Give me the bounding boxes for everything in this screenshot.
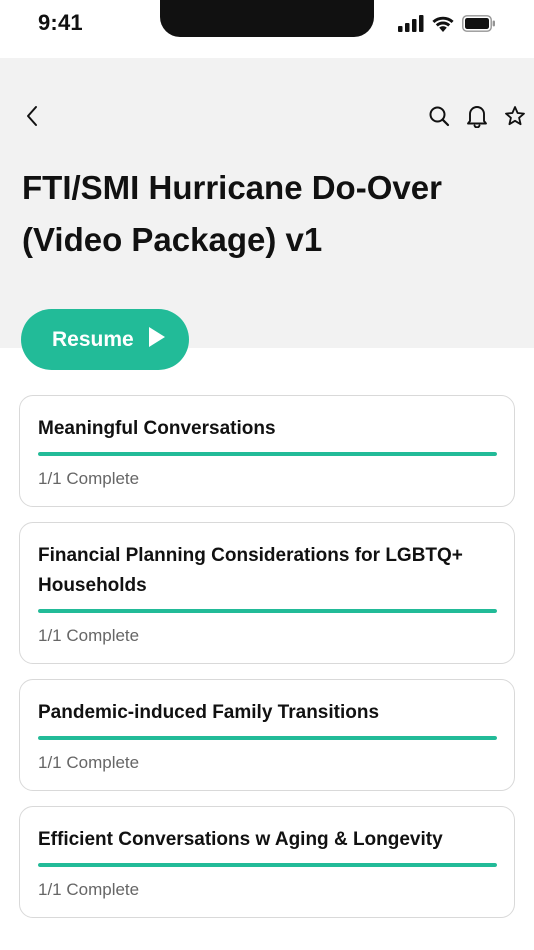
progress-bar <box>38 609 497 613</box>
module-card[interactable]: Meaningful Conversations 1/1 Complete <box>19 395 515 507</box>
page-title: FTI/SMI Hurricane Do-Over (Video Package… <box>22 169 442 258</box>
module-title: Meaningful Conversations <box>38 418 276 439</box>
module-list: Meaningful Conversations 1/1 Complete Fi… <box>19 395 515 918</box>
module-card[interactable]: Pandemic-induced Family Transitions 1/1 … <box>19 679 515 791</box>
module-title: Pandemic-induced Family Transitions <box>38 702 380 723</box>
notch <box>160 0 374 37</box>
progress-fill <box>38 863 497 867</box>
notifications-button[interactable] <box>458 104 496 132</box>
module-card[interactable]: Efficient Conversations w Aging & Longev… <box>19 806 515 918</box>
status-bar: 9:41 <box>0 0 534 58</box>
resume-button[interactable]: Resume <box>21 309 189 370</box>
progress-fill <box>38 609 497 613</box>
module-card[interactable]: Financial Planning Considerations for LG… <box>19 522 515 664</box>
module-status: 1/1 Complete <box>38 469 140 488</box>
play-icon <box>148 326 166 353</box>
progress-fill <box>38 452 497 456</box>
star-icon <box>504 105 526 132</box>
module-title: Efficient Conversations w Aging & Longev… <box>38 829 443 850</box>
module-status: 1/1 Complete <box>38 753 140 772</box>
favorite-button[interactable] <box>496 104 534 132</box>
progress-bar <box>38 736 497 740</box>
back-button[interactable] <box>18 104 46 132</box>
course-header: FTI/SMI Hurricane Do-Over (Video Package… <box>0 58 534 348</box>
bell-icon <box>466 104 488 133</box>
chevron-left-icon <box>25 105 39 132</box>
progress-bar <box>38 452 497 456</box>
wifi-icon <box>431 15 455 32</box>
resume-button-label: Resume <box>52 327 134 351</box>
search-icon <box>428 105 450 132</box>
header-actions <box>420 104 534 132</box>
status-icons <box>398 15 496 32</box>
progress-bar <box>38 863 497 867</box>
progress-fill <box>38 736 497 740</box>
module-status: 1/1 Complete <box>38 626 140 645</box>
battery-icon <box>462 15 496 32</box>
module-title: Financial Planning Considerations for LG… <box>38 545 463 596</box>
cellular-signal-icon <box>398 15 424 32</box>
status-time: 9:41 <box>38 10 83 35</box>
module-status: 1/1 Complete <box>38 880 140 899</box>
search-button[interactable] <box>420 104 458 132</box>
